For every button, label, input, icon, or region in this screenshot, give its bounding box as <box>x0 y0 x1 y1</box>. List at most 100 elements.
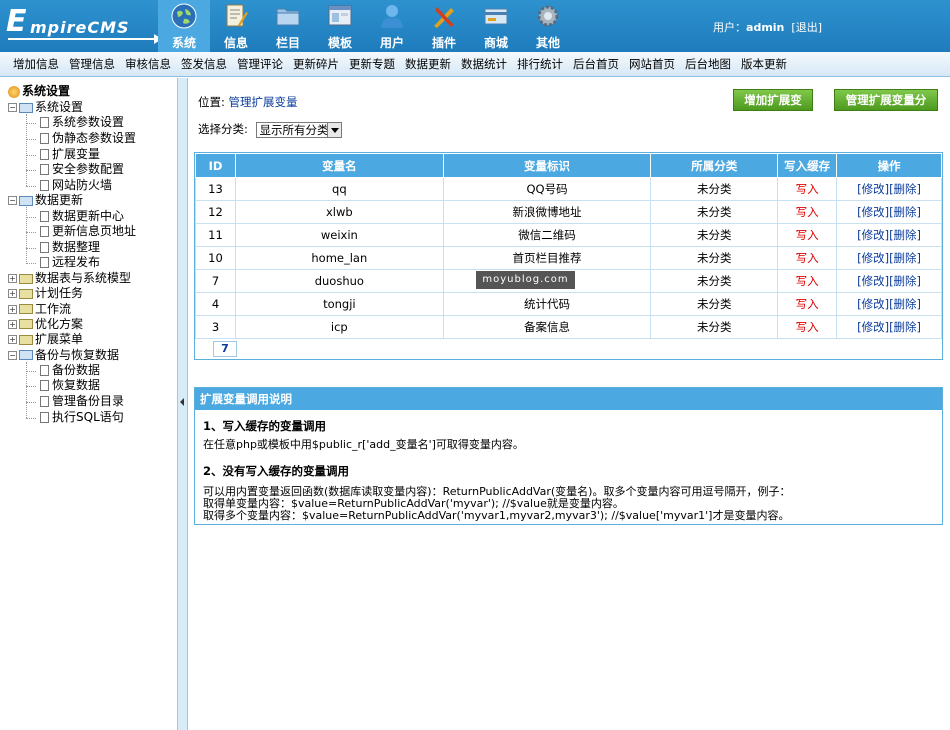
collapse-toggle-icon[interactable]: − <box>8 350 17 360</box>
subnav-item[interactable]: 网站首页 <box>624 52 680 76</box>
edit-link[interactable]: [修改] <box>857 320 889 334</box>
sidebar-group[interactable]: − 数据更新 <box>8 193 83 208</box>
delete-link[interactable]: [删除] <box>889 182 921 196</box>
collapse-toggle-icon[interactable]: − <box>8 103 17 112</box>
var-class: 未分类 <box>650 177 779 201</box>
folder-icon <box>19 273 33 284</box>
sidebar-root[interactable]: 系统设置 <box>8 84 70 99</box>
logout-link[interactable]: [退出] <box>791 21 822 34</box>
user-info: 用户：admin [退出] <box>713 19 822 35</box>
sidebar-group[interactable]: + 扩展菜单 <box>8 332 83 347</box>
table-header-cell: 操作 <box>836 153 942 178</box>
tools-icon <box>434 7 454 28</box>
edit-link[interactable]: [修改] <box>857 274 889 288</box>
tree-connector <box>26 207 27 264</box>
folder-icon <box>19 319 33 330</box>
dropdown-arrow-icon[interactable] <box>326 122 341 137</box>
delete-link[interactable]: [删除] <box>889 251 921 265</box>
var-name: tongji <box>234 292 444 316</box>
top-nav-column[interactable]: 栏目 <box>262 0 314 52</box>
top-nav-shop[interactable]: 商城 <box>470 0 522 52</box>
sidebar-item[interactable]: 执行SQL语句 <box>40 410 124 425</box>
empirecms-logo[interactable]: E mpireCMS <box>6 4 162 44</box>
var-class: 未分类 <box>650 223 779 247</box>
sidebar-item[interactable]: 网站防火墙 <box>40 178 112 193</box>
row-actions: [修改][删除] <box>836 177 942 201</box>
delete-link[interactable]: [删除] <box>889 297 921 311</box>
delete-link[interactable]: [删除] <box>889 205 921 219</box>
delete-link[interactable]: [删除] <box>889 320 921 334</box>
manage-var-class-button[interactable]: 管理扩展变量分类 <box>834 89 938 127</box>
subnav-item[interactable]: 更新专题 <box>344 52 400 76</box>
delete-link[interactable]: [删除] <box>889 274 921 288</box>
add-var-button[interactable]: 增加扩展变量 <box>733 89 813 127</box>
folder-icon <box>276 8 300 26</box>
table-header-cell: 写入缓存 <box>777 153 838 178</box>
subnav-item[interactable]: 审核信息 <box>120 52 176 76</box>
top-nav-label: 信息 <box>223 36 248 50</box>
subnav-item[interactable]: 数据统计 <box>456 52 512 76</box>
sidebar-group[interactable]: − 备份与恢复数据 <box>8 348 119 363</box>
sidebar-item[interactable]: 备份数据 <box>40 363 100 378</box>
subnav-item[interactable]: 数据更新 <box>400 52 456 76</box>
sidebar-item[interactable]: 数据更新中心 <box>40 209 124 224</box>
edit-link[interactable]: [修改] <box>857 228 889 242</box>
sidebar-group[interactable]: − 系统设置 <box>8 100 83 115</box>
class-select[interactable]: 显示所有分类 <box>255 121 342 138</box>
subnav-item[interactable]: 管理评论 <box>232 52 288 76</box>
table-header-cell: 变量名 <box>234 153 444 178</box>
tree-connector <box>26 123 36 125</box>
sidebar-group[interactable]: + 工作流 <box>8 302 71 317</box>
sidebar-item[interactable]: 伪静态参数设置 <box>40 131 136 146</box>
subnav-item[interactable]: 版本更新 <box>736 52 792 76</box>
sidebar-item[interactable]: 扩展变量 <box>40 147 100 162</box>
edit-link[interactable]: [修改] <box>857 297 889 311</box>
sidebar-splitter[interactable] <box>178 78 188 730</box>
subnav-item[interactable]: 签发信息 <box>176 52 232 76</box>
expand-toggle-icon[interactable]: + <box>8 304 17 314</box>
sidebar-item[interactable]: 安全参数配置 <box>40 162 124 177</box>
sidebar-group[interactable]: + 计划任务 <box>8 286 83 301</box>
sidebar-item[interactable]: 管理备份目录 <box>40 394 124 409</box>
subnav-item[interactable]: 后台首页 <box>568 52 624 76</box>
help-heading-1: 1、写入缓存的变量调用 <box>203 419 327 433</box>
sidebar-item[interactable]: 系统参数设置 <box>40 115 124 130</box>
tree-connector <box>26 370 36 372</box>
row-actions: [修改][删除] <box>836 246 942 270</box>
top-nav-info[interactable]: 信息 <box>210 0 262 52</box>
top-nav-template[interactable]: 模板 <box>314 0 366 52</box>
expand-toggle-icon[interactable]: + <box>8 274 17 283</box>
sidebar-item[interactable]: 数据整理 <box>40 240 100 255</box>
subnav-item[interactable]: 排行统计 <box>512 52 568 76</box>
top-nav-other[interactable]: 其他 <box>522 0 574 52</box>
collapse-toggle-icon[interactable]: − <box>8 196 17 206</box>
top-nav-user[interactable]: 用户 <box>366 0 418 52</box>
sidebar-item-label: 备份数据 <box>52 362 101 377</box>
breadcrumb-link[interactable]: 管理扩展变量 <box>229 95 298 109</box>
expand-toggle-icon[interactable]: + <box>8 319 17 329</box>
sidebar-item[interactable]: 更新信息页地址 <box>40 224 136 239</box>
subnav-item[interactable]: 管理信息 <box>64 52 120 76</box>
top-nav-system[interactable]: 系统 <box>158 0 210 52</box>
edit-link[interactable]: [修改] <box>857 251 889 265</box>
delete-link[interactable]: [删除] <box>889 228 921 242</box>
expand-toggle-icon[interactable]: + <box>8 289 17 299</box>
sidebar-group[interactable]: + 数据表与系统模型 <box>8 271 131 286</box>
gear-icon <box>537 5 559 27</box>
subnav-item[interactable]: 后台地图 <box>680 52 736 76</box>
sidebar-item[interactable]: 恢复数据 <box>40 378 100 393</box>
edit-link[interactable]: [修改] <box>857 182 889 196</box>
top-nav: 系统 信息 栏目 模板 用户 插件 商城 其他 <box>158 0 574 52</box>
subnav-item[interactable]: 增加信息 <box>8 52 64 76</box>
top-nav-plugin[interactable]: 插件 <box>418 0 470 52</box>
pagination[interactable]: 7 <box>213 341 237 357</box>
sidebar-group[interactable]: + 优化方案 <box>8 317 83 332</box>
sidebar-group-label: 数据表与系统模型 <box>35 271 132 285</box>
edit-link[interactable]: [修改] <box>857 205 889 219</box>
collapse-arrow-icon[interactable] <box>180 398 184 406</box>
breadcrumb-label: 位置: <box>198 95 225 109</box>
sidebar-item[interactable]: 远程发布 <box>40 255 100 270</box>
subnav-item[interactable]: 更新碎片 <box>288 52 344 76</box>
expand-toggle-icon[interactable]: + <box>8 335 17 345</box>
page-icon <box>40 132 49 144</box>
